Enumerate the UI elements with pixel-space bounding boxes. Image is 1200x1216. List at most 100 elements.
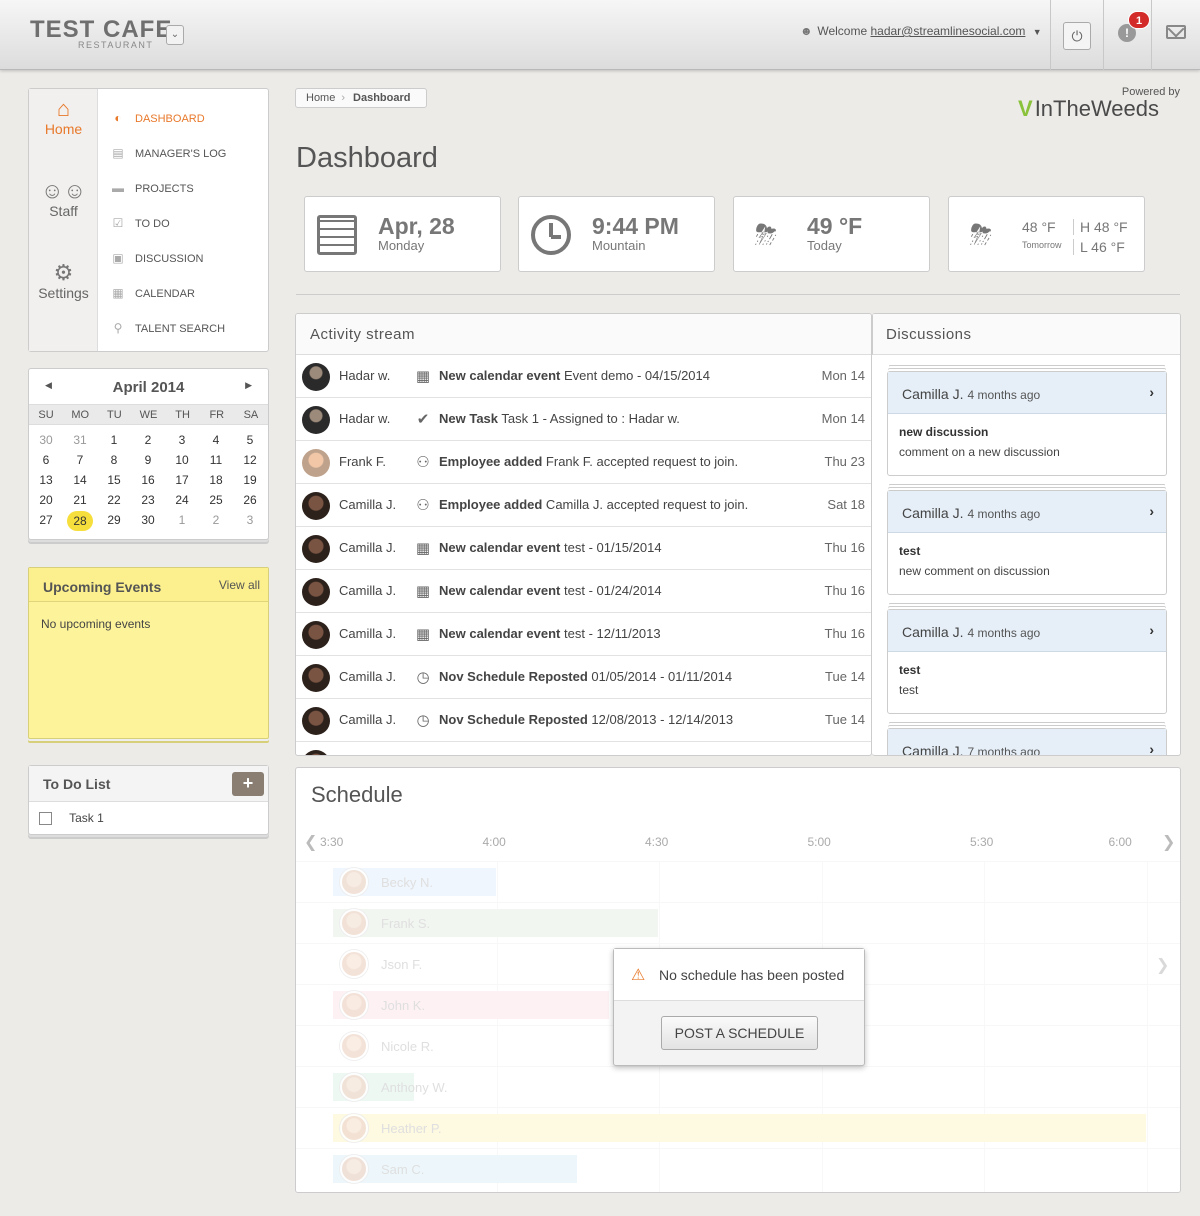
calendar-day[interactable]: 29 [97,513,131,527]
mail-icon[interactable] [1166,25,1186,39]
calendar-day[interactable]: 2 [131,433,165,447]
calendar-day[interactable]: 9 [131,453,165,467]
calendar-day[interactable]: 10 [165,453,199,467]
chevron-right-icon[interactable]: › [1149,503,1154,519]
nav-settings[interactable]: ⚙ Settings [29,261,98,302]
calendar-day[interactable]: 26 [233,493,267,507]
calendar-day[interactable]: 30 [29,433,63,447]
submenu-projects[interactable]: ▬ PROJECTS [109,181,269,195]
calendar-day[interactable]: 5 [233,433,267,447]
calendar-day[interactable]: 18 [199,473,233,487]
calendar-day[interactable]: 2 [199,513,233,527]
activity-row[interactable]: Camilla J. ◷ Nov Schedule Reposted 12/08/2… [296,699,871,742]
welcome-area[interactable]: ☻ Welcome hadar@streamlinesocial.com ▼ [800,24,1042,38]
schedule-prev-icon[interactable]: ❮ [304,832,317,852]
chevron-right-icon[interactable]: › [1149,622,1154,638]
activity-row[interactable]: Hadar w. ▦ New calendar event Event demo -… [296,355,871,398]
activity-user[interactable]: Hadar w. [339,411,390,426]
calendar-day[interactable]: 23 [131,493,165,507]
discussion-age: 4 months ago [967,626,1041,640]
calendar-day[interactable]: 6 [29,453,63,467]
notification-badge[interactable]: 1 [1128,11,1150,29]
calendar-day[interactable]: 17 [165,473,199,487]
activity-type: Nov Schedule Reposted [439,712,588,727]
activity-date: Thu 16 [824,583,865,598]
calendar-day[interactable]: 1 [97,433,131,447]
submenu-todo[interactable]: ☑ TO DO [109,216,269,230]
brand[interactable]: TEST CAFE RESTAURANT [30,18,172,51]
activity-row[interactable]: Camilla J. ◷ Nov Schedule Reposted 01/05/2… [296,656,871,699]
discussion-age: 4 months ago [967,388,1041,402]
activity-user[interactable]: Frank F. [339,454,386,469]
activity-user[interactable]: Camilla J. [339,626,396,641]
activity-user[interactable]: Camilla J. [339,669,396,684]
power-button[interactable]: ⏻ [1063,22,1091,50]
activity-row[interactable]: Hadar w. ✔ New Task Task 1 - Assigned to :… [296,398,871,441]
calendar-day[interactable]: 25 [199,493,233,507]
calendar-day[interactable]: 3 [233,513,267,527]
todo-checkbox[interactable] [39,812,52,826]
divider [296,294,1180,295]
submenu-calendar[interactable]: ▦ CALENDAR [109,286,269,300]
breadcrumb-home[interactable]: Home [306,92,335,104]
calendar-day[interactable]: 31 [63,433,97,447]
calendar-day[interactable]: 16 [131,473,165,487]
nav-home[interactable]: ⌂ Home [29,97,98,138]
calendar-day[interactable]: 14 [63,473,97,487]
caret-down-icon[interactable]: ▼ [1033,27,1042,37]
calendar-day[interactable]: 1 [165,513,199,527]
calendar-day[interactable]: 12 [233,453,267,467]
calendar-day[interactable]: 27 [29,513,63,527]
avatar [302,492,330,520]
next-month-icon[interactable]: ▶ [245,380,252,391]
activity-user[interactable]: Camilla J. [339,583,396,598]
activity-row[interactable]: Camilla J. ▦ New calendar event test - 01/… [296,527,871,570]
intheweeds-logo[interactable]: VInTheWeeds [1018,96,1159,122]
chevron-right-icon[interactable]: › [1149,741,1154,755]
calendar-day[interactable]: 28 [67,511,93,531]
calendar-day[interactable]: 19 [233,473,267,487]
calendar-day[interactable]: 22 [97,493,131,507]
calendar-day[interactable]: 30 [131,513,165,527]
calendar-day[interactable]: 21 [63,493,97,507]
calendar-day[interactable]: 15 [97,473,131,487]
submenu-dashboard[interactable]: ◐ DASHBOARD [109,111,269,125]
activity-row[interactable]: Camilla J. ▦ New calendar event test - 01/… [296,570,871,613]
submenu-talent-search[interactable]: ⚲ TALENT SEARCH [109,321,269,335]
schedule-next-icon[interactable]: ❯ [1162,832,1175,852]
chevron-right-icon[interactable]: › [1149,384,1154,400]
time-label: 5:00 [807,835,831,849]
activity-row[interactable]: Frank F. ⚇ Employee added Frank F. accepte… [296,441,871,484]
activity-row[interactable]: Camilla J. ⚇ Employee added Camilla J. acc… [296,484,871,527]
submenu-managers-log[interactable]: ▤ MANAGER'S LOG [109,146,269,160]
calendar-day[interactable]: 3 [165,433,199,447]
activity-row[interactable]: Camilla J. ▦ New calendar event test - 12/… [296,613,871,656]
add-todo-button[interactable]: + [232,772,264,796]
user-email-link[interactable]: hadar@streamlinesocial.com [870,24,1025,38]
discussion-card[interactable]: Camilla J. 4 months ago › new discussion com… [887,371,1167,476]
brand-dropdown-icon[interactable]: ⌄ [166,25,184,45]
rain-cloud-icon: ⛈ [754,219,778,250]
calendar-day[interactable]: 13 [29,473,63,487]
activity-user[interactable]: Camilla J. [339,712,396,727]
calendar-day[interactable]: 20 [29,493,63,507]
calendar-day[interactable]: 11 [199,453,233,467]
activity-row[interactable]: ◷ [296,742,871,755]
view-all-link[interactable]: View all [219,578,260,592]
calendar-day[interactable]: 7 [63,453,97,467]
nav-staff[interactable]: ☺☺ Staff [29,179,98,220]
todo-item[interactable]: Task 1 [39,811,104,826]
activity-user[interactable]: Camilla J. [339,497,396,512]
post-schedule-button[interactable]: POST A SCHEDULE [661,1016,818,1050]
discussion-card[interactable]: Camilla J. 7 months ago › [887,728,1167,755]
discussion-card[interactable]: Camilla J. 4 months ago › test test [887,609,1167,714]
discussion-card[interactable]: Camilla J. 4 months ago › test new comment o… [887,490,1167,595]
submenu-discussion[interactable]: ▣ DISCUSSION [109,251,269,265]
activity-user[interactable]: Hadar w. [339,368,390,383]
calendar-day[interactable]: 4 [199,433,233,447]
calendar-day[interactable]: 24 [165,493,199,507]
activity-user[interactable]: Camilla J. [339,540,396,555]
activity-description: New calendar event test - 01/24/2014 [439,583,662,598]
calendar-day[interactable]: 8 [97,453,131,467]
discussion-card-header: Camilla J. 4 months ago › [888,610,1166,652]
